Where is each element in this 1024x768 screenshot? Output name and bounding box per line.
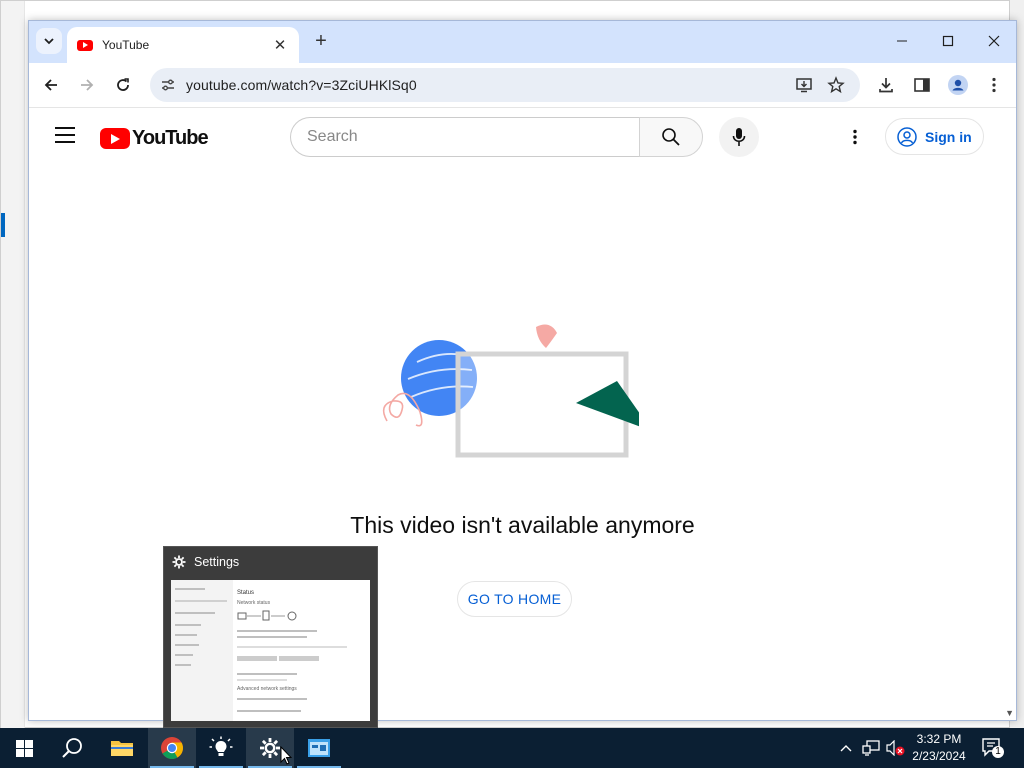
sign-in-label: Sign in xyxy=(925,128,972,145)
mouse-cursor-icon xyxy=(280,746,292,765)
back-button[interactable] xyxy=(39,73,63,97)
network-diagram-icon xyxy=(237,610,297,621)
background-window-selection xyxy=(1,213,5,237)
notification-center-button[interactable]: 1 xyxy=(980,736,1006,760)
settings-menu-icon[interactable] xyxy=(845,127,865,147)
thumbnail-advanced: Advanced network settings xyxy=(237,686,297,692)
taskbar-search-button[interactable] xyxy=(48,728,96,768)
url-text: youtube.com/watch?v=3ZciUHKlSq0 xyxy=(186,77,417,93)
app-window-icon xyxy=(308,739,330,757)
close-icon xyxy=(988,35,1000,47)
network-icon[interactable] xyxy=(860,738,882,758)
side-panel-icon[interactable] xyxy=(912,75,932,95)
minimize-icon xyxy=(897,40,907,42)
lightbulb-icon xyxy=(209,736,233,756)
clock-date: 2/23/2024 xyxy=(912,749,966,763)
gear-icon xyxy=(172,555,186,569)
search-button[interactable] xyxy=(639,117,703,157)
tab-search-button[interactable] xyxy=(36,28,62,54)
notification-icon xyxy=(982,738,1004,758)
close-window-button[interactable] xyxy=(971,29,1016,53)
downloads-icon[interactable] xyxy=(876,75,896,95)
start-button[interactable] xyxy=(0,728,48,768)
bookmark-star-icon[interactable] xyxy=(827,76,845,94)
youtube-favicon-icon xyxy=(77,39,93,51)
chevron-down-icon xyxy=(44,38,54,45)
go-to-home-button[interactable]: GO TO HOME xyxy=(457,581,572,617)
settings-window-preview[interactable]: Settings Status Network status Advanced … xyxy=(163,546,378,728)
profile-avatar-icon[interactable] xyxy=(948,75,968,95)
scroll-down-arrow-icon[interactable]: ▼ xyxy=(1005,708,1014,718)
thumbnail-heading: Status xyxy=(237,590,255,596)
show-hidden-icons[interactable] xyxy=(838,738,854,758)
address-bar[interactable]: youtube.com/watch?v=3ZciUHKlSq0 xyxy=(150,68,860,102)
youtube-play-icon xyxy=(100,128,130,149)
install-app-icon[interactable] xyxy=(795,76,813,94)
windows-taskbar: 3:32 PM 2/23/2024 1 xyxy=(0,728,1024,768)
reload-button[interactable] xyxy=(111,73,135,97)
minimize-button[interactable] xyxy=(879,29,925,53)
microphone-icon xyxy=(732,128,746,146)
folder-icon xyxy=(111,741,133,756)
background-window-sidebar xyxy=(1,1,25,729)
reload-icon xyxy=(117,78,129,91)
taskbar-file-explorer[interactable] xyxy=(98,728,146,768)
chrome-icon xyxy=(161,737,183,759)
sign-in-button[interactable]: Sign in xyxy=(885,118,984,155)
taskbar-tips[interactable] xyxy=(197,728,245,768)
maximize-button[interactable] xyxy=(925,29,971,53)
guide-menu-icon[interactable] xyxy=(55,127,75,143)
maximize-icon xyxy=(942,35,954,47)
forward-button[interactable] xyxy=(75,73,99,97)
taskbar-chrome[interactable] xyxy=(148,728,196,768)
chevron-up-icon xyxy=(840,745,852,752)
tab-close-icon[interactable]: ✕ xyxy=(271,36,289,54)
back-arrow-icon xyxy=(44,79,57,91)
browser-toolbar: youtube.com/watch?v=3ZciUHKlSq0 xyxy=(29,63,1016,108)
search-input[interactable]: Search xyxy=(290,117,640,157)
windows-logo-icon xyxy=(15,739,33,757)
voice-search-button[interactable] xyxy=(719,117,759,157)
account-circle-icon xyxy=(897,126,917,147)
youtube-logo-text: YouTube xyxy=(132,127,209,149)
settings-thumbnail: Status Network status Advanced network s… xyxy=(171,580,370,721)
preview-title-text: Settings xyxy=(194,555,240,569)
youtube-header: YouTube Search Sign in xyxy=(29,109,1016,165)
thumbnail-subheading: Network status xyxy=(237,600,271,606)
tab-youtube[interactable]: YouTube ✕ xyxy=(67,27,299,63)
youtube-logo[interactable]: YouTube xyxy=(100,127,209,150)
unavailable-message: This video isn't available anymore xyxy=(350,512,695,538)
new-tab-button[interactable]: + xyxy=(310,30,332,52)
tab-title: YouTube xyxy=(102,38,150,52)
search-icon xyxy=(662,128,680,146)
site-info-icon[interactable] xyxy=(160,77,176,98)
forward-arrow-icon xyxy=(81,79,94,91)
preview-title: Settings xyxy=(172,555,239,569)
chrome-menu-icon[interactable] xyxy=(984,75,1004,95)
search-icon xyxy=(62,738,82,758)
video-unavailable-illustration xyxy=(382,324,639,458)
notification-count: 1 xyxy=(995,746,1001,757)
gear-icon xyxy=(260,738,280,758)
clock-time: 3:32 PM xyxy=(916,732,962,746)
tab-strip: YouTube ✕ + xyxy=(29,21,1016,63)
taskbar-app[interactable] xyxy=(295,728,343,768)
system-clock[interactable]: 3:32 PM 2/23/2024 xyxy=(903,731,975,765)
